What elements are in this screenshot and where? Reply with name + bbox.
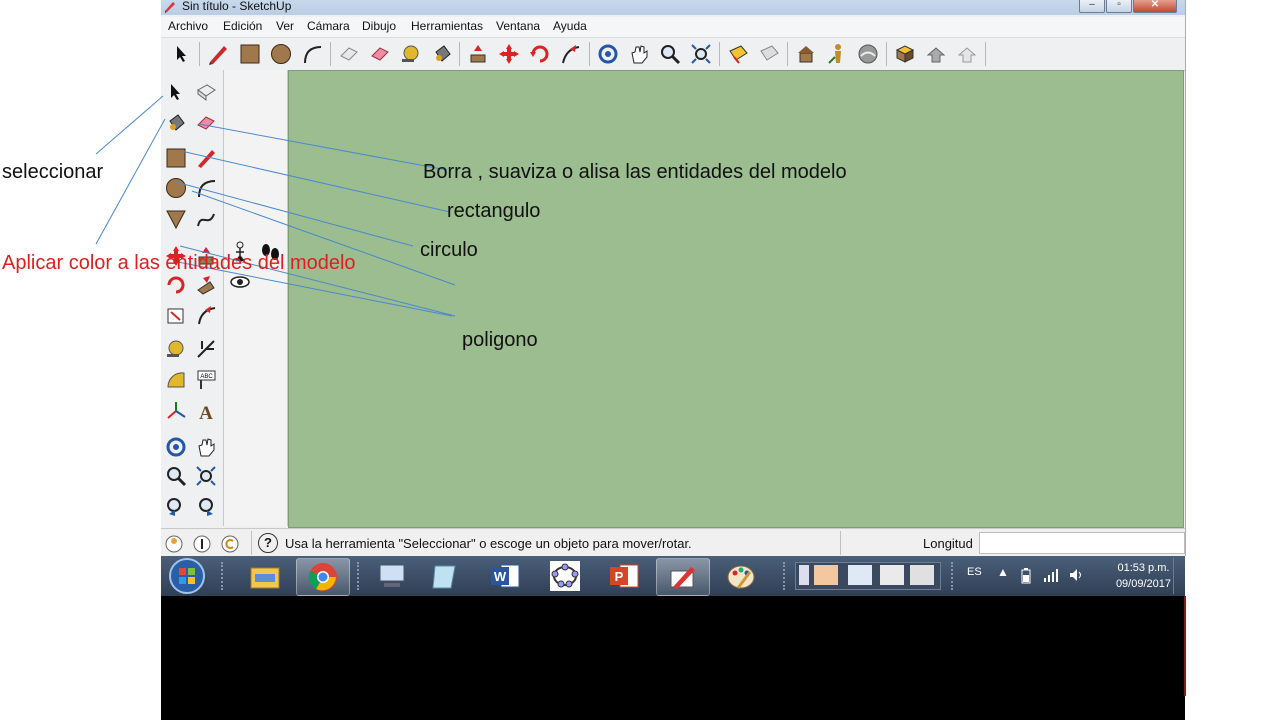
annotation-rectangulo: rectangulo — [447, 200, 541, 222]
leader-circulo — [175, 181, 414, 247]
leader-aplicar-color — [95, 118, 166, 245]
annotation-aplicar-color: Aplicar color a las entidades del modelo — [2, 252, 356, 274]
annotation-borra: Borra , suaviza o alisa las entidades de… — [423, 161, 847, 183]
annotation-poligono: poligono — [462, 329, 538, 351]
annotation-circulo: circulo — [420, 239, 478, 261]
leader-rectangulo — [180, 150, 451, 213]
annotation-seleccionar: seleccionar — [2, 161, 104, 183]
annotation-leader-lines — [95, 95, 456, 317]
leader-seleccionar — [95, 95, 164, 155]
